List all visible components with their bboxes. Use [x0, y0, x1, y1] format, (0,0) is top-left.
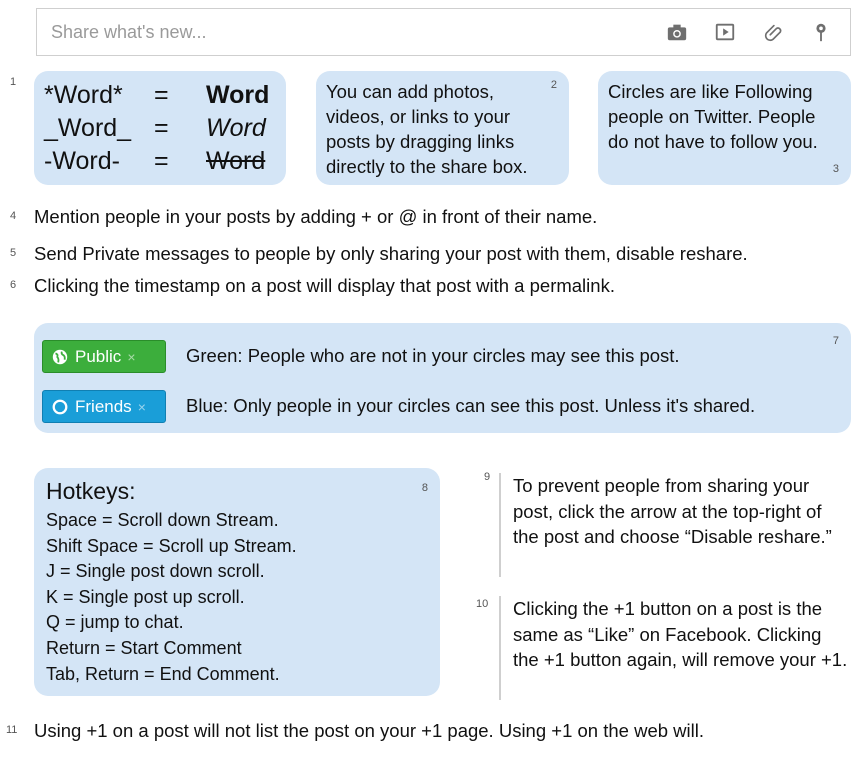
visibility-tip-box: Public × Green: People who are not in yo… [34, 323, 851, 433]
format-equals: = [154, 147, 169, 175]
tip-number: 8 [421, 482, 428, 494]
hotkey-item: Space = Scroll down Stream. [46, 510, 279, 530]
tip-number: 9 [484, 471, 491, 483]
location-icon[interactable] [810, 21, 832, 43]
globe-icon [52, 349, 68, 364]
photos-tip-box: You can add photos, videos, or links to … [316, 71, 569, 185]
hotkey-item: J = Single post down scroll. [46, 561, 265, 582]
format-result-bold: Word [206, 81, 270, 109]
hotkey-item: Q = jump to chat. [46, 612, 184, 633]
share-placeholder: Share what's new... [51, 22, 207, 42]
hotkeys-tip-box: Hotkeys: 8 Space = Scroll down Stream. S… [34, 468, 440, 696]
friends-label: Friends [75, 396, 132, 416]
public-description: Green: People who are not in your circle… [186, 345, 680, 366]
hotkey-item: Shift Space = Scroll up Stream. [46, 535, 297, 556]
reshare-tip-note: To prevent people from sharing your post… [499, 473, 839, 577]
tip-number: 7 [832, 335, 839, 347]
close-icon[interactable]: × [127, 349, 135, 365]
formatting-row: *Word* = Word [44, 79, 269, 112]
format-syntax: -Word- [44, 147, 120, 175]
formatting-table: *Word* = Word _Word_ = Word -Word- = Wor… [44, 79, 269, 178]
hotkeys-title: Hotkeys: [46, 478, 136, 504]
formatting-tip-box: *Word* = Word _Word_ = Word -Word- = Wor… [34, 71, 286, 185]
tip-text: Clicking the timestamp on a post will di… [34, 275, 615, 296]
close-icon[interactable]: × [138, 399, 146, 415]
tip-number: 5 [10, 247, 17, 259]
tip-number: 4 [10, 210, 17, 222]
hotkey-item: Return = Start Comment [46, 637, 242, 658]
tip-number: 1 [10, 76, 17, 88]
hotkeys-list: Space = Scroll down Stream. Shift Space … [46, 508, 297, 687]
hotkey-item: K = Single post up scroll. [46, 586, 245, 607]
tip-number: 11 [6, 724, 18, 736]
hotkey-item: Tab, Return = End Comment. [46, 663, 280, 684]
plus-one-tip-note: Clicking the +1 button on a post is the … [499, 596, 851, 700]
formatting-row: _Word_ = Word [44, 112, 269, 145]
tip-number: 10 [476, 598, 489, 610]
format-equals: = [154, 114, 169, 142]
tip-text: Using +1 on a post will not list the pos… [34, 720, 704, 741]
format-result-strike: Word [206, 147, 266, 175]
public-chip[interactable]: Public × [42, 340, 166, 373]
camera-icon[interactable] [666, 21, 688, 43]
tip-text: You can add photos, videos, or links to … [326, 81, 528, 177]
tip-number: 6 [10, 279, 17, 291]
circles-tip-box: Circles are like Following people on Twi… [598, 71, 851, 185]
tip-text: Send Private messages to people by only … [34, 243, 748, 264]
format-result-italic: Word [206, 114, 266, 142]
tip-text: Circles are like Following people on Twi… [608, 81, 818, 152]
format-equals: = [154, 81, 169, 109]
public-label: Public [75, 346, 122, 366]
formatting-row: -Word- = Word [44, 145, 269, 178]
share-icons [666, 21, 832, 43]
tip-number: 3 [832, 163, 839, 175]
share-box[interactable]: Share what's new... [36, 8, 851, 56]
link-icon[interactable] [762, 21, 784, 43]
video-icon[interactable] [714, 21, 736, 43]
format-syntax: *Word* [44, 81, 123, 109]
friends-chip[interactable]: Friends × [42, 390, 166, 423]
circle-icon [52, 399, 68, 414]
format-syntax: _Word_ [44, 114, 132, 142]
tip-number: 2 [550, 79, 557, 91]
friends-description: Blue: Only people in your circles can se… [186, 395, 756, 416]
tip-text: Mention people in your posts by adding +… [34, 206, 598, 227]
